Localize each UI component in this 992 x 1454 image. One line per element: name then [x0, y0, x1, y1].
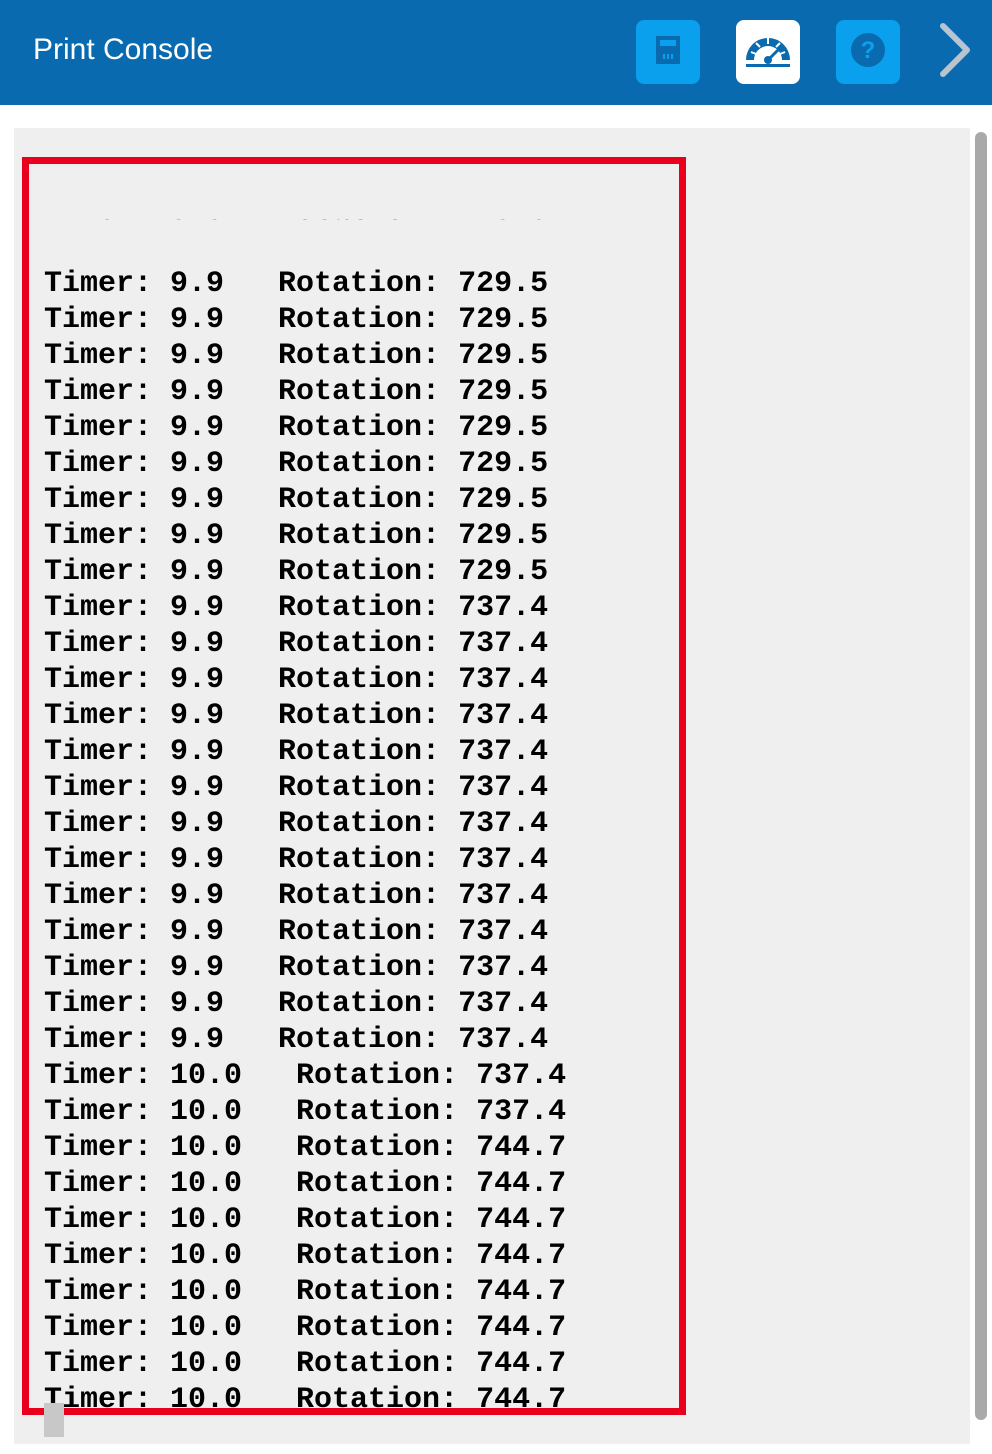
help-icon: ? [848, 30, 888, 75]
page-title: Print Console [33, 33, 214, 66]
text-cursor [44, 1403, 64, 1437]
help-glyph: ? [861, 37, 876, 64]
console-scrollbar[interactable] [972, 128, 992, 1424]
chevron-right-icon [935, 20, 975, 85]
app-header: Print Console ? [0, 0, 992, 105]
device-button[interactable] [636, 20, 700, 84]
scrollbar-thumb[interactable] [975, 132, 987, 1420]
dashboard-button[interactable] [736, 20, 800, 84]
device-icon [648, 30, 688, 75]
expand-button[interactable] [930, 20, 980, 84]
dashboard-icon [742, 30, 794, 75]
highlight-box [22, 157, 686, 1415]
help-button[interactable]: ? [836, 20, 900, 84]
